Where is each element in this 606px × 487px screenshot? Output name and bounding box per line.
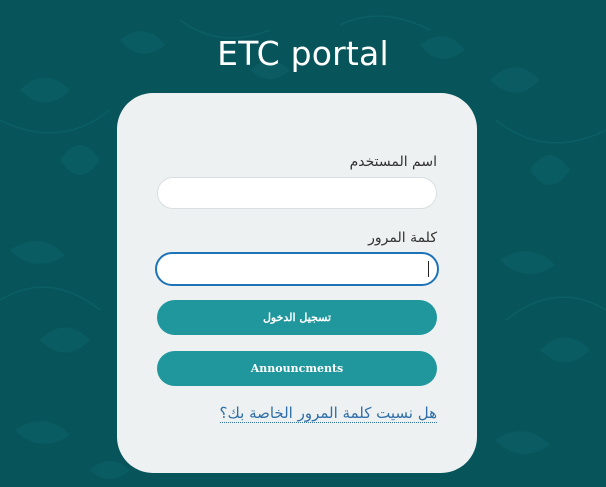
forgot-password-link[interactable]: هل نسيت كلمة المرور الخاصة بك؟ [219,404,437,423]
login-card: اسم المستخدم كلمة المرور تسجيل الدخول An… [117,93,477,473]
username-input[interactable] [157,177,437,209]
announcements-button[interactable]: Announcments [157,351,437,386]
login-button[interactable]: تسجيل الدخول [157,300,437,335]
page-title: ETC portal [217,34,389,74]
username-label: اسم المستخدم [349,154,437,170]
text-cursor [428,261,429,277]
password-input[interactable] [155,252,439,286]
password-label: كلمة المرور [368,230,437,246]
